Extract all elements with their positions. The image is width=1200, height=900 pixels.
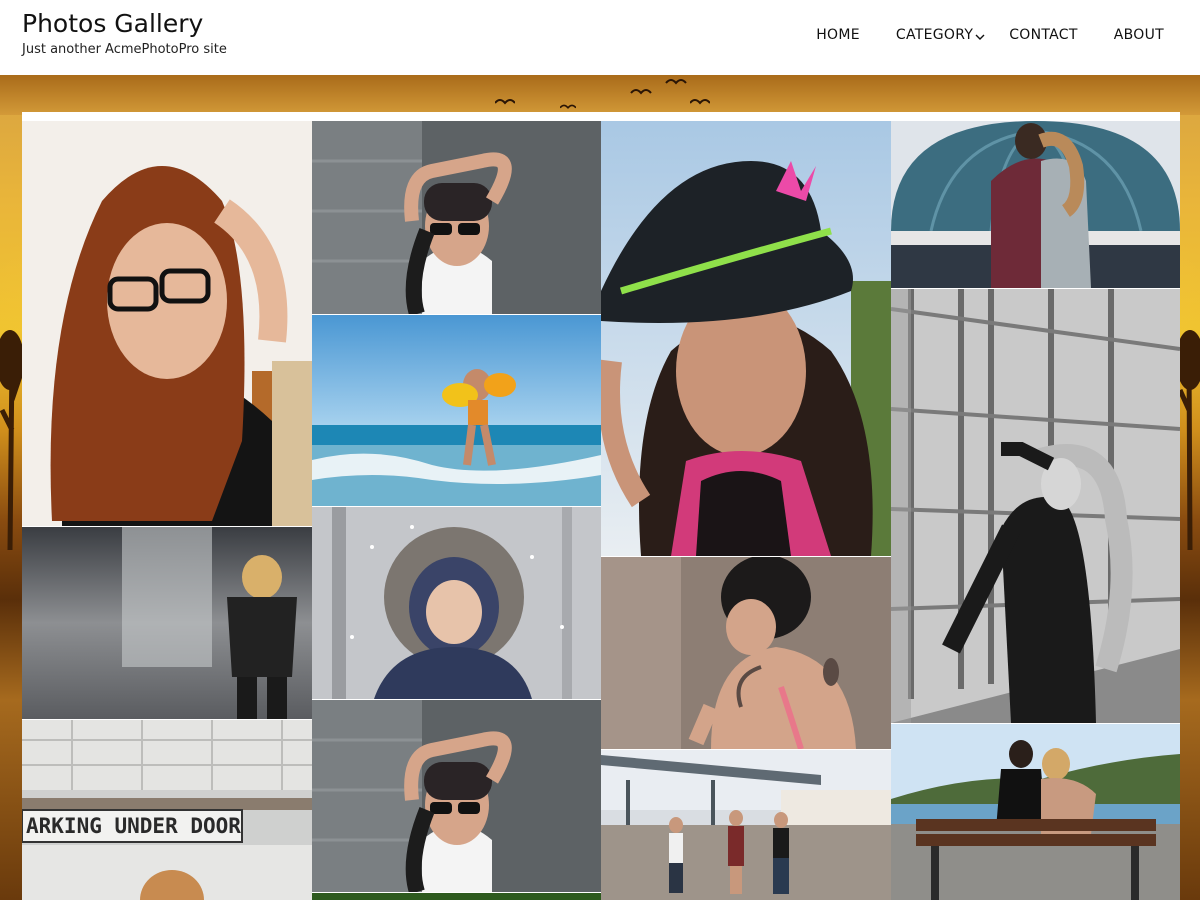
sign-text: ARKING UNDER DOOR (26, 814, 241, 838)
photo-girl-with-glasses (22, 121, 312, 526)
bird-icon (630, 89, 652, 95)
background-sky-strip (0, 75, 1200, 115)
main-nav: HOME CATEGORY CONTACT ABOUT (780, 27, 1164, 43)
photo-parking-under-door-sign: ARKING UNDER DOOR (22, 720, 312, 900)
photo-tile[interactable] (312, 700, 601, 892)
site-header: Photos Gallery Just another AcmePhotoPro… (0, 0, 1200, 75)
photo-woman-black-hat (601, 121, 891, 556)
photo-grid: ARKING UNDER DOOR (22, 121, 1180, 900)
bird-icon (665, 79, 687, 85)
photo-couple-on-bench (891, 724, 1180, 900)
chevron-down-icon (975, 34, 985, 40)
photo-woman-fur-hood-snow (312, 507, 601, 699)
bird-icon (690, 99, 710, 105)
photo-tile[interactable] (891, 121, 1180, 288)
nav-item-category-label: CATEGORY (895, 27, 974, 43)
photo-tile[interactable] (22, 527, 312, 719)
site-title[interactable]: Photos Gallery (22, 8, 227, 40)
nav-item-home[interactable]: HOME (816, 27, 860, 43)
gallery-wrapper: ARKING UNDER DOOR (22, 112, 1180, 900)
site-branding: Photos Gallery Just another AcmePhotoPro… (22, 8, 227, 57)
photo-tile[interactable] (312, 315, 601, 506)
photo-tile[interactable] (22, 121, 312, 526)
photo-tile[interactable] (891, 724, 1180, 900)
photo-tile[interactable] (312, 507, 601, 699)
photo-child-beach-floaties (312, 315, 601, 506)
photo-woman-beanie-sunglasses (312, 700, 601, 892)
photo-woman-bw-fence (891, 289, 1180, 723)
photo-tile[interactable] (312, 893, 601, 900)
bird-icon (495, 99, 515, 105)
photo-tile[interactable] (601, 750, 891, 900)
site-tagline: Just another AcmePhotoPro site (22, 42, 227, 57)
nav-item-contact[interactable]: CONTACT (1009, 27, 1078, 43)
photo-three-women-walking (601, 750, 891, 900)
background-tree-left (0, 330, 22, 550)
background-tree-right (1180, 330, 1200, 550)
photo-couple-hugging-dome (891, 121, 1180, 288)
photo-tile[interactable] (601, 557, 891, 749)
photo-tile[interactable] (891, 289, 1180, 723)
nav-item-about[interactable]: ABOUT (1114, 27, 1164, 43)
photo-woman-beanie-sunglasses (312, 121, 601, 314)
bird-icon (560, 104, 576, 110)
photo-tile[interactable] (312, 121, 601, 314)
photo-tile[interactable]: ARKING UNDER DOOR (22, 720, 312, 900)
photo-woman-tattoos (601, 557, 891, 749)
nav-item-category[interactable]: CATEGORY (895, 27, 985, 43)
photo-woman-camera-waterfall (22, 527, 312, 719)
photo-tile[interactable] (601, 121, 891, 556)
